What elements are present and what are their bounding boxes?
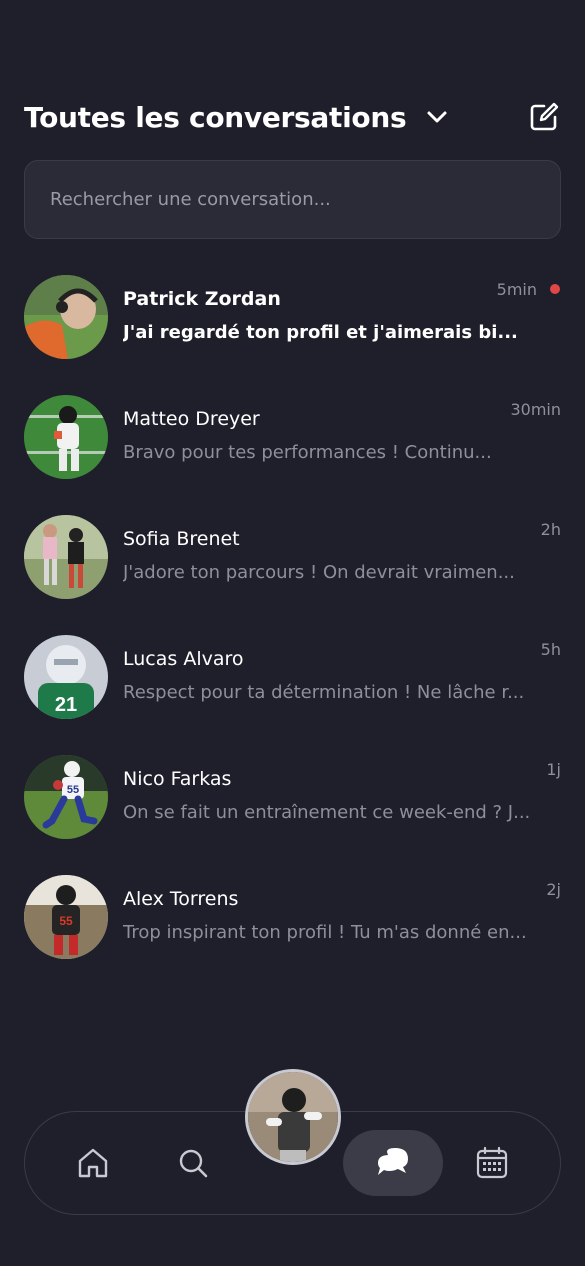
contact-name: Nico Farkas <box>123 768 232 790</box>
message-time: 2j <box>546 880 561 899</box>
contact-name: Alex Torrens <box>123 888 239 910</box>
search-bar[interactable] <box>24 160 561 239</box>
svg-text:55: 55 <box>67 784 79 796</box>
avatar <box>24 395 108 479</box>
calendar-icon[interactable] <box>472 1143 512 1183</box>
conversation-row[interactable]: 55 Alex Torrens Trop inspirant ton profi… <box>0 870 585 990</box>
message-preview: Respect pour ta détermination ! Ne lâche… <box>123 682 525 703</box>
message-preview: Trop inspirant ton profil ! Tu m'as donn… <box>123 922 527 943</box>
avatar: 55 <box>24 755 108 839</box>
message-time: 5min <box>496 280 537 299</box>
contact-name: Sofia Brenet <box>123 528 240 550</box>
conversation-row[interactable]: Patrick Zordan J'ai regardé ton profil e… <box>0 270 585 390</box>
message-preview: J'adore ton parcours ! On devrait vraime… <box>123 562 515 583</box>
conversation-list: Patrick Zordan J'ai regardé ton profil e… <box>0 270 585 990</box>
message-time: 1j <box>546 760 561 779</box>
avatar: 21 <box>24 635 108 719</box>
unread-dot <box>550 284 560 294</box>
svg-text:55: 55 <box>59 914 73 928</box>
message-preview: J'ai regardé ton profil et j'aimerais bi… <box>123 322 518 343</box>
profile-avatar[interactable] <box>245 1069 341 1165</box>
svg-text:21: 21 <box>55 694 77 716</box>
conversation-row[interactable]: 21 Lucas Alvaro Respect pour ta détermin… <box>0 630 585 750</box>
contact-name: Matteo Dreyer <box>123 408 260 430</box>
contact-name: Patrick Zordan <box>123 288 281 310</box>
chat-icon[interactable] <box>343 1130 443 1196</box>
message-time: 5h <box>540 640 561 659</box>
chevron-down-icon[interactable] <box>424 104 450 130</box>
message-time: 2h <box>540 520 561 539</box>
conversation-row[interactable]: Sofia Brenet J'adore ton parcours ! On d… <box>0 510 585 630</box>
conversation-row[interactable]: Matteo Dreyer Bravo pour tes performance… <box>0 390 585 510</box>
header: Toutes les conversations <box>24 92 561 142</box>
compose-icon[interactable] <box>527 100 561 134</box>
message-preview: On se fait un entraînement ce week-end ?… <box>123 802 531 823</box>
home-icon[interactable] <box>73 1143 113 1183</box>
conversation-row[interactable]: 55 Nico Farkas On se fait un entraînemen… <box>0 750 585 870</box>
avatar <box>24 275 108 359</box>
avatar: 55 <box>24 875 108 959</box>
contact-name: Lucas Alvaro <box>123 648 244 670</box>
page-title: Toutes les conversations <box>24 100 407 134</box>
message-time: 30min <box>510 400 561 419</box>
message-preview: Bravo pour tes performances ! Continu... <box>123 442 492 463</box>
search-input[interactable] <box>50 189 560 210</box>
avatar <box>24 515 108 599</box>
search-icon[interactable] <box>173 1143 213 1183</box>
